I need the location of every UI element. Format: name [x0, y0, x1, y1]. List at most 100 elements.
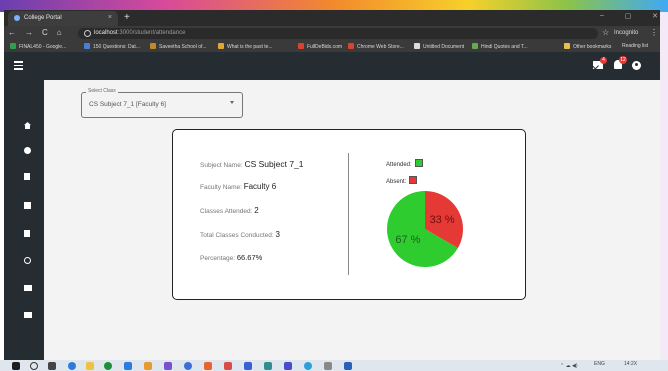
new-tab-button[interactable]: + [124, 12, 130, 24]
subject-label: Subject Name: [200, 162, 243, 169]
bookmark-icon [348, 43, 354, 49]
app-icon[interactable] [284, 362, 292, 370]
bookmark-icon [298, 43, 304, 49]
bookmark-item[interactable]: Chrome Web Store... [348, 43, 404, 50]
tab-close-icon[interactable]: × [108, 14, 112, 21]
folder-icon [564, 43, 570, 49]
home-button[interactable]: ⌂ [57, 28, 62, 39]
mail-badge: 4 [600, 57, 607, 64]
account-icon[interactable] [632, 61, 641, 70]
word-icon[interactable] [344, 362, 352, 370]
bookmark-icon [218, 43, 224, 49]
search-icon[interactable] [30, 362, 38, 370]
bookmark-item[interactable]: FullDeBids.com [298, 43, 342, 50]
browser-tab[interactable]: College Portal × [8, 11, 118, 26]
vscode-icon[interactable] [124, 362, 132, 370]
window-controls: – ▢ ✕ [600, 12, 658, 24]
tab-favicon-icon [14, 15, 20, 21]
clock-icon[interactable] [24, 257, 31, 264]
attended-row: Classes Attended: 2 [200, 206, 259, 215]
bookmark-icon [414, 43, 420, 49]
bookmark-label: FINAL450 - Google... [19, 44, 67, 50]
bookmark-label: Untitled Document [423, 44, 465, 50]
bookmark-item[interactable]: Hindi Quotes and T... [472, 43, 528, 50]
app-icon[interactable] [204, 362, 212, 370]
home-icon[interactable] [24, 122, 31, 129]
video-icon[interactable] [24, 285, 32, 291]
app-icon[interactable] [144, 362, 152, 370]
chat-icon[interactable] [24, 312, 32, 318]
url-path: :3000/student/attendance [117, 30, 186, 36]
back-button[interactable]: ← [8, 28, 16, 39]
incognito-label[interactable]: Incognito [614, 30, 638, 36]
url-text: localhost:3000/student/attendance [94, 30, 185, 36]
bookmark-item[interactable]: 150 Questions: Dat... [84, 43, 140, 50]
bookmark-item[interactable]: FINAL450 - Google... [10, 43, 66, 50]
file-explorer-icon[interactable] [86, 362, 94, 370]
faculty-row: Faculty Name: Faculty 6 [200, 182, 276, 191]
minimize-button[interactable]: – [600, 12, 604, 24]
site-info-icon[interactable] [84, 30, 91, 37]
bookmark-label: FullDeBids.com [307, 44, 343, 50]
close-window-button[interactable]: ✕ [652, 12, 658, 24]
class-select-value: CS Subject 7_1 [Faculty 6] [89, 101, 166, 108]
app-icon[interactable] [224, 362, 232, 370]
edge-icon[interactable] [68, 362, 76, 370]
tray-icons[interactable]: ⌃ ☁ ◀) [560, 363, 577, 369]
reload-button[interactable]: C [42, 28, 48, 39]
legend-absent-swatch [409, 176, 418, 184]
reading-list[interactable]: Reading list [622, 43, 648, 49]
app-icon[interactable] [184, 362, 192, 370]
library-icon[interactable] [24, 202, 31, 209]
pie-label-1: 33 % [430, 214, 455, 226]
bookmark-label: Saveetha School of... [159, 44, 207, 50]
faculty-value: Faculty 6 [243, 182, 277, 191]
legend-attended-swatch [414, 159, 423, 167]
bookmark-item[interactable]: What is the past te... [218, 43, 273, 50]
percentage-label: Percentage: [200, 255, 236, 262]
attended-value: 2 [254, 206, 259, 215]
bookmark-icon [10, 43, 16, 49]
bookmark-label: What is the past te... [227, 44, 273, 50]
taskbar-apps [8, 361, 388, 371]
document-icon[interactable] [24, 173, 30, 180]
bookmark-icon [472, 43, 478, 49]
task-view-icon[interactable] [48, 362, 56, 370]
app-header [4, 52, 660, 80]
bookmark-item[interactable]: Saveetha School of... [150, 43, 207, 50]
class-select-label: Select Class [86, 88, 118, 94]
menu-icon[interactable] [14, 61, 23, 70]
legend-attended: Attended: [386, 159, 423, 168]
assignment-icon[interactable] [24, 230, 30, 237]
bookmark-star-icon[interactable]: ☆ [602, 28, 609, 37]
app-icon[interactable] [304, 362, 312, 370]
maximize-button[interactable]: ▢ [625, 12, 632, 24]
bookmark-icon [84, 43, 90, 49]
other-bookmarks[interactable]: Other bookmarks [564, 43, 611, 50]
chrome-icon[interactable] [104, 362, 112, 370]
dropdown-arrow-icon[interactable] [230, 101, 234, 104]
pie-label-0: 67 % [395, 234, 420, 246]
app-icon[interactable] [324, 362, 332, 370]
start-icon[interactable] [12, 362, 20, 370]
card-divider [348, 153, 349, 275]
subject-value: CS Subject 7_1 [244, 159, 304, 169]
legend-attended-label: Attended: [386, 162, 412, 168]
browser-profile-area: ☆ Incognito ⋮ [602, 28, 660, 39]
subject-row: Subject Name: CS Subject 7_1 [200, 159, 304, 169]
browser-menu-icon[interactable]: ⋮ [650, 28, 658, 37]
address-bar[interactable]: localhost:3000/student/attendance [78, 28, 598, 39]
app-icon[interactable] [164, 362, 172, 370]
sidebar [4, 80, 44, 360]
account-icon[interactable] [24, 147, 31, 154]
browser-nav-buttons: ← → C ⌂ [8, 28, 68, 39]
forward-button[interactable]: → [25, 28, 33, 39]
clock-time[interactable]: 14:2X [624, 361, 637, 367]
language-indicator[interactable]: ENG [594, 361, 605, 367]
total-value: 3 [275, 230, 280, 239]
app-icon[interactable] [264, 362, 272, 370]
bookmark-label: Hindi Quotes and T... [481, 44, 528, 50]
app-icon[interactable] [244, 362, 252, 370]
bookmark-item[interactable]: Untitled Document [414, 43, 464, 50]
legend-absent-label: Absent: [386, 179, 407, 185]
